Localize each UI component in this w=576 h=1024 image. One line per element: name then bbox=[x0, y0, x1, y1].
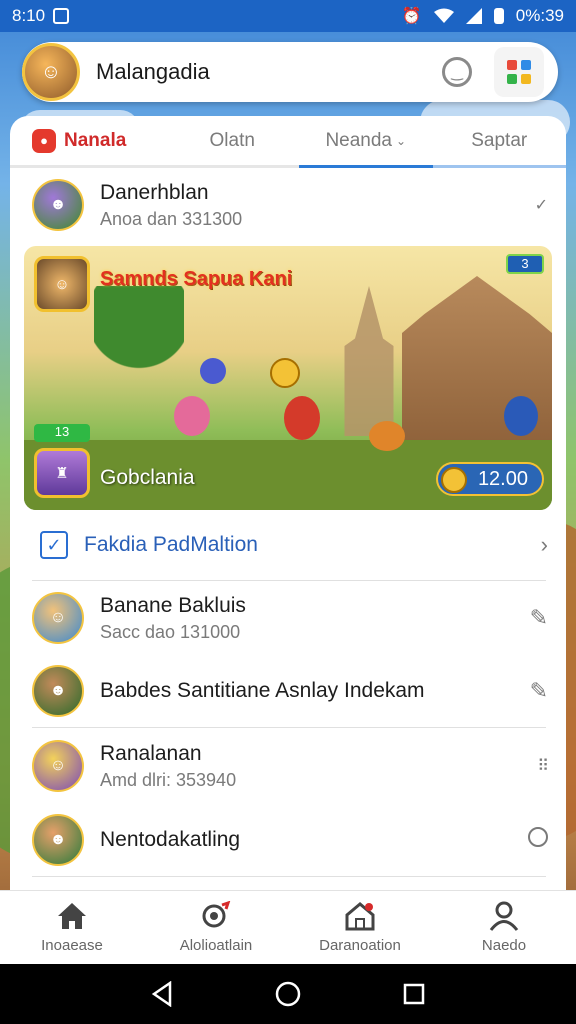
avatar: ☻ bbox=[32, 814, 84, 866]
temple-image bbox=[402, 276, 552, 466]
battery-level: 0%:39 bbox=[515, 6, 564, 25]
avatar: ☺ bbox=[32, 740, 84, 792]
score-value: 12.00 bbox=[477, 467, 528, 490]
character-icon bbox=[504, 396, 538, 436]
list-item-title: Banane Bakluis bbox=[100, 593, 246, 617]
edit-icon[interactable]: ✎ bbox=[530, 605, 548, 631]
home-icon bbox=[58, 903, 86, 929]
bottom-navigation: Inoaease Alolioatlain Daranoation Naedo bbox=[0, 890, 576, 964]
status-bar: 8:10 ⏰ 0%:39 bbox=[0, 0, 576, 32]
status-time: 8:10 bbox=[12, 6, 46, 25]
list-item-subtitle: Amd dlri: 353940 bbox=[100, 769, 237, 790]
home-circle-icon[interactable] bbox=[274, 980, 302, 1008]
nav-item-search[interactable]: Alolioatlain bbox=[144, 891, 288, 964]
signal-icon bbox=[465, 8, 482, 24]
list-item[interactable]: ☺ Banane Bakluis Sacc dao 131000 ✎ bbox=[10, 581, 566, 655]
link-row-label: Fakdia PadMaltion bbox=[84, 533, 258, 556]
list-item[interactable]: ☺ Ranalanan Amd dlri: 353940 ⠿ bbox=[10, 728, 566, 804]
radio-icon[interactable] bbox=[528, 827, 548, 853]
tab-bar: ● Nanala Olatn Neanda ⌄ Saptar bbox=[10, 116, 566, 168]
more-dots-icon[interactable]: ⠿ bbox=[537, 756, 549, 776]
nav-label: Naedo bbox=[481, 937, 527, 954]
tab-label: Neanda bbox=[325, 129, 392, 151]
nav-label: Daranoation bbox=[319, 937, 401, 954]
banner-footer-label: Gobclania bbox=[100, 466, 195, 489]
system-navigation bbox=[0, 964, 576, 1024]
record-icon: ● bbox=[32, 128, 56, 153]
check-icon[interactable]: ✓ bbox=[535, 195, 548, 215]
character-icon bbox=[174, 396, 210, 436]
tab-olatn[interactable]: Olatn bbox=[166, 116, 300, 165]
person-icon bbox=[489, 901, 519, 931]
nav-item-house[interactable]: Daranoation bbox=[288, 891, 432, 964]
apps-grid-icon[interactable] bbox=[494, 47, 544, 97]
list-item-title: Babdes Santitiane Asnlay Indekam bbox=[100, 679, 425, 702]
tab-saptar[interactable]: Saptar bbox=[432, 116, 567, 168]
list-item[interactable]: ☻ Nentodakatling bbox=[10, 804, 566, 876]
tab-label: Nanala bbox=[64, 129, 127, 151]
link-row[interactable]: ✓ Fakdia PadMaltion › bbox=[10, 510, 566, 580]
app-title: Malangadia bbox=[96, 59, 210, 84]
list-item-subtitle: Sacc dao 131000 bbox=[100, 621, 241, 642]
level-badge: 3 bbox=[506, 254, 544, 274]
character-icon bbox=[284, 396, 320, 440]
banner-title: Samnds Sapua Kani bbox=[100, 268, 293, 290]
coin-icon bbox=[270, 358, 300, 388]
app-header: ☺ Malangadia ‿ bbox=[22, 42, 558, 102]
coin-icon bbox=[440, 467, 467, 493]
recents-icon[interactable] bbox=[402, 982, 426, 1006]
battery-icon bbox=[493, 8, 504, 24]
list-item-subtitle: Anoa dan 331300 bbox=[100, 208, 243, 229]
main-card: ● Nanala Olatn Neanda ⌄ Saptar ☻ Danerhb… bbox=[10, 116, 566, 896]
tab-label: Olatn bbox=[209, 129, 255, 151]
chevron-down-icon: ⌄ bbox=[396, 133, 407, 148]
profile-avatar[interactable]: ☺ bbox=[22, 43, 80, 101]
hero-avatar: ☺ bbox=[34, 256, 90, 312]
tab-nanala[interactable]: ● Nanala bbox=[10, 116, 166, 165]
back-icon[interactable] bbox=[150, 981, 174, 1007]
emoji-icon[interactable]: ‿ bbox=[442, 57, 472, 87]
castle-avatar: ♜ bbox=[34, 448, 90, 498]
list-item-title: Ranalanan bbox=[100, 741, 202, 765]
notification-icon bbox=[53, 8, 70, 24]
avatar: ☺ bbox=[32, 592, 84, 644]
search-target-icon bbox=[202, 901, 231, 928]
avatar: ☻ bbox=[32, 179, 84, 231]
checkbox-icon[interactable]: ✓ bbox=[40, 531, 68, 559]
level-chip: 13 bbox=[34, 424, 90, 442]
tab-label: Saptar bbox=[471, 129, 528, 151]
list-item[interactable]: ☻ Danerhblan Anoa dan 331300 ✓ bbox=[10, 168, 566, 242]
character-icon bbox=[369, 421, 405, 451]
edit-icon[interactable]: ✎ bbox=[530, 678, 548, 704]
wifi-icon bbox=[433, 8, 454, 23]
list-item[interactable]: ☻ Babdes Santitiane Asnlay Indekam ✎ bbox=[10, 655, 566, 727]
list-item-title: Nentodakatling bbox=[100, 828, 241, 851]
house-icon bbox=[345, 902, 375, 931]
tab-neanda[interactable]: Neanda ⌄ bbox=[299, 116, 433, 168]
list-item-title: Danerhblan bbox=[100, 180, 209, 204]
nav-label: Alolioatlain bbox=[179, 937, 253, 954]
nav-item-profile[interactable]: Naedo bbox=[432, 891, 576, 964]
score-pill[interactable]: 12.00 bbox=[435, 462, 544, 496]
game-banner[interactable]: ☺ Samnds Sapua Kani 3 13 ♜ Gobclania 12.… bbox=[24, 246, 552, 510]
nav-label: Inoaease bbox=[41, 937, 103, 954]
chevron-right-icon: › bbox=[540, 532, 548, 557]
bird-icon bbox=[200, 358, 226, 384]
nav-item-home[interactable]: Inoaease bbox=[0, 891, 144, 964]
avatar: ☻ bbox=[32, 665, 84, 717]
alarm-icon: ⏰ bbox=[401, 8, 422, 25]
